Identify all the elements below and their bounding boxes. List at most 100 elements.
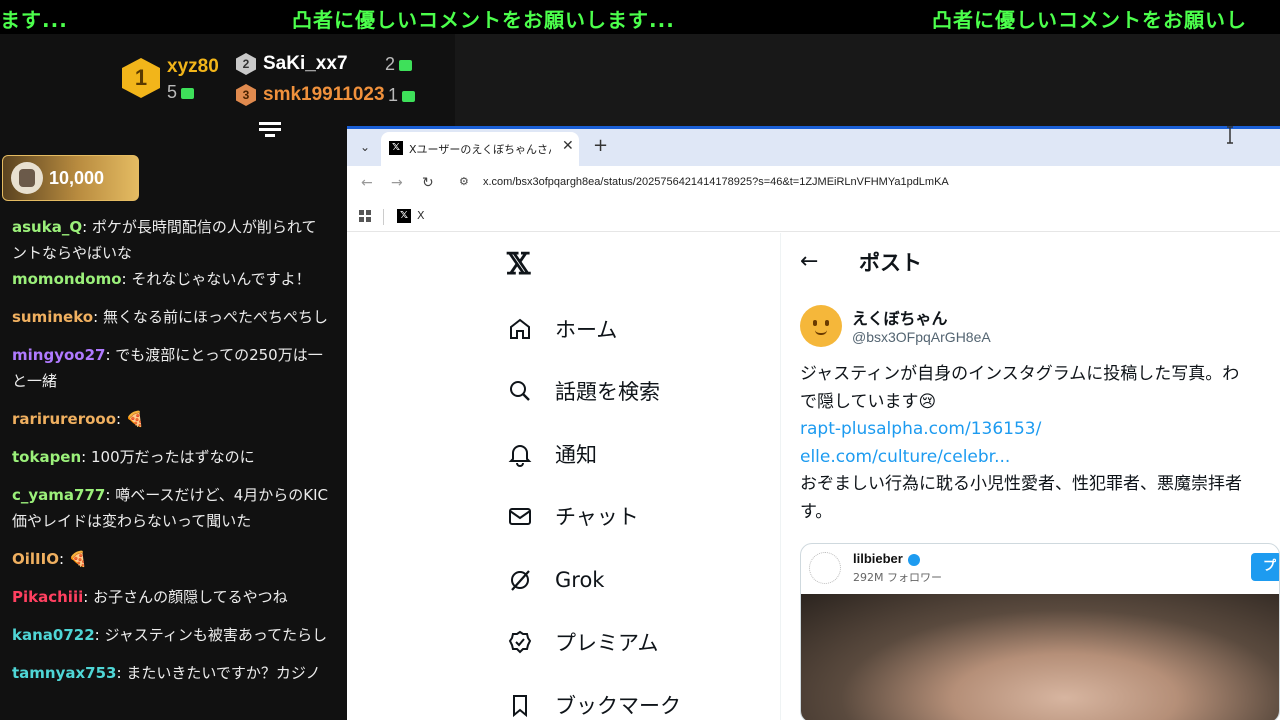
bookmarks-bar: 𝕏 X	[347, 202, 1280, 232]
nav-label: 話題を検索	[555, 380, 660, 404]
x-bookmark-icon[interactable]: 𝕏	[397, 209, 411, 223]
bookmark-x[interactable]: X	[417, 209, 425, 222]
active-tab[interactable]: 𝕏 Xユーザーのえくぼちゃんさん:「ジャス ✕	[381, 132, 579, 166]
rank-1-count: 5	[167, 82, 195, 103]
post-text-line: す。	[800, 501, 833, 522]
embedded-instagram-card[interactable]: lilbieber 292M フォロワー プ	[800, 543, 1280, 720]
nav-label: ホーム	[555, 318, 618, 342]
ticker-segment: 凸者に優しいコメントをお願いします...	[292, 8, 675, 32]
nav-label: プレミアム	[555, 631, 659, 655]
chat-username[interactable]: OilIIO	[12, 550, 59, 568]
nav-label: 通知	[555, 443, 597, 467]
author-display-name[interactable]: えくぼちゃん	[852, 305, 948, 329]
chat-message: mingyoo27: でも渡部にとっての250万は一 と一緒	[12, 346, 323, 390]
bookmark-icon	[507, 692, 533, 718]
nav-grok[interactable]: Grok	[507, 560, 604, 600]
chat-message: rarirurerooo: 🍕	[12, 410, 145, 428]
chat-text: 噂ベースだけど、4月からのKIC	[115, 486, 328, 504]
post-text-line: ジャスティンが自身のインスタグラムに投稿した写真。わ	[800, 364, 1240, 384]
grok-icon	[507, 567, 533, 593]
chat-message: sumineko: 無くなる前にほっぺたぺちぺちし	[12, 308, 328, 326]
rank-3-name: smk19911023	[263, 84, 385, 105]
x-favicon-icon: 𝕏	[389, 141, 403, 155]
pizza-emoji: 🍕	[68, 550, 88, 568]
avatar[interactable]	[800, 305, 842, 347]
chat-username[interactable]: c_yama777	[12, 486, 105, 504]
rank-2-count: 2	[385, 54, 413, 75]
chat-message: asuka_Q: ポケが長時間配信の人が削られて ントならやばいな	[12, 218, 317, 262]
address-bar[interactable]: ⚙ x.com/bsx3ofpqargh8ea/status/202575642…	[449, 170, 1280, 198]
post-column: ← ポスト えくぼちゃん @bsx3OFpqArGH8eA ジャスティンが自身の…	[782, 233, 1280, 720]
chat-text: ポケが長時間配信の人が削られて	[91, 218, 317, 236]
nav-bookmarks[interactable]: ブックマーク	[507, 685, 681, 720]
url-text[interactable]: x.com/bsx3ofpqargh8ea/status/20257564214…	[483, 176, 949, 188]
ticker-segment: 凸者に優しいコメントをお願いし	[932, 8, 1247, 32]
rank-3-count: 1	[388, 85, 416, 106]
embed-followers: 292M フォロワー	[853, 571, 942, 584]
chat-username[interactable]: momondomo	[12, 270, 122, 288]
apps-grid-icon[interactable]	[359, 210, 371, 222]
chat-text: ントならやばいな	[12, 244, 133, 262]
coin-icon	[11, 162, 43, 194]
gift-icon	[181, 87, 195, 99]
chat-username[interactable]: tokapen	[12, 448, 81, 466]
chat-username[interactable]: sumineko	[12, 308, 93, 326]
post-text: ジャスティンが自身のインスタグラムに投稿した写真。わ で隠しています😢 rapt…	[800, 361, 1280, 526]
site-info-icon[interactable]: ⚙	[459, 175, 473, 189]
nav-label: チャット	[555, 505, 639, 529]
comment-ticker: ます... 凸者に優しいコメントをお願いします... 凸者に優しいコメントをお願…	[0, 0, 1280, 34]
chat-text: と一緒	[12, 372, 58, 390]
pizza-emoji: 🍕	[125, 410, 145, 428]
home-icon	[507, 316, 533, 342]
chat-username[interactable]: rarirurerooo	[12, 410, 116, 428]
chat-message: tamnyax753: またいきたいですか？カジノ	[12, 664, 321, 682]
address-bar-row: ← → ↻ ⚙ x.com/bsx3ofpqargh8ea/status/202…	[347, 166, 1280, 202]
tab-search-icon[interactable]: ⌄	[355, 137, 375, 157]
close-tab-icon[interactable]: ✕	[562, 138, 574, 154]
chat-text: ジャスティンも被害あってたらし	[104, 626, 328, 644]
tab-title: Xユーザーのえくぼちゃんさん:「ジャス	[409, 143, 551, 156]
chat-message: OilIIO: 🍕	[12, 550, 88, 568]
x-logo-icon[interactable]: 𝕏	[507, 247, 530, 282]
gift-icon	[399, 59, 413, 71]
back-icon[interactable]: ←	[361, 175, 373, 191]
back-arrow-icon[interactable]: ←	[800, 249, 818, 274]
post-text-line: で隠しています😢	[800, 391, 937, 412]
collapse-ranking-icon[interactable]	[259, 122, 281, 142]
post-text-line: おぞましい行為に耽る小児性愛者、性犯罪者、悪魔崇拝者	[800, 474, 1242, 494]
chat-username[interactable]: Pikachiii	[12, 588, 83, 606]
chat-text: 価やレイドは変わらないって聞いた	[12, 512, 252, 530]
chat-username[interactable]: tamnyax753	[12, 664, 117, 682]
new-tab-button[interactable]: +	[593, 135, 608, 156]
nav-home[interactable]: ホーム	[507, 309, 617, 349]
embed-avatar	[809, 552, 841, 584]
chat-text: またいきたいですか？カジノ	[126, 664, 321, 682]
embed-username: lilbieber	[853, 551, 920, 566]
post-link[interactable]: elle.com/culture/celebr...	[800, 444, 1280, 472]
chat-username[interactable]: asuka_Q	[12, 218, 82, 236]
stream-background	[455, 34, 1280, 129]
chat-text: それなじゃないんですよ！	[131, 270, 311, 288]
forward-icon[interactable]: →	[391, 175, 403, 191]
nav-explore[interactable]: 話題を検索	[507, 371, 660, 411]
embed-profile-button[interactable]: プ	[1251, 553, 1279, 581]
post-link[interactable]: rapt-plusalpha.com/136153/	[800, 416, 1280, 444]
nav-chat[interactable]: チャット	[507, 496, 639, 536]
nav-premium[interactable]: プレミアム	[507, 622, 659, 662]
mail-icon	[507, 503, 533, 529]
rank-1-name: xyz80	[167, 56, 219, 77]
tab-bar: ⌄ 𝕏 Xユーザーのえくぼちゃんさん:「ジャス ✕ +	[347, 126, 1280, 166]
chat-text: 100万だったはずなのに	[91, 448, 255, 466]
browser-window: ⌄ 𝕏 Xユーザーのえくぼちゃんさん:「ジャス ✕ + ← → ↻ ⚙ x.co…	[347, 126, 1280, 720]
chat-message: c_yama777: 噂ベースだけど、4月からのKIC 価やレイドは変わらないって…	[12, 486, 328, 530]
nav-notifications[interactable]: 通知	[507, 434, 597, 474]
bell-icon	[507, 441, 533, 467]
chat-username[interactable]: kana0722	[12, 626, 95, 644]
coin-amount: 10,000	[49, 167, 105, 188]
chat-username[interactable]: mingyoo27	[12, 346, 105, 364]
chat-message: Pikachiii: お子さんの顔隠してるやつね	[12, 588, 288, 606]
chat-text: 無くなる前にほっぺたぺちぺちし	[102, 308, 328, 326]
chat-message: kana0722: ジャスティンも被害あってたらし	[12, 626, 328, 644]
author-handle[interactable]: @bsx3OFpqArGH8eA	[852, 329, 991, 345]
reload-icon[interactable]: ↻	[422, 175, 434, 191]
